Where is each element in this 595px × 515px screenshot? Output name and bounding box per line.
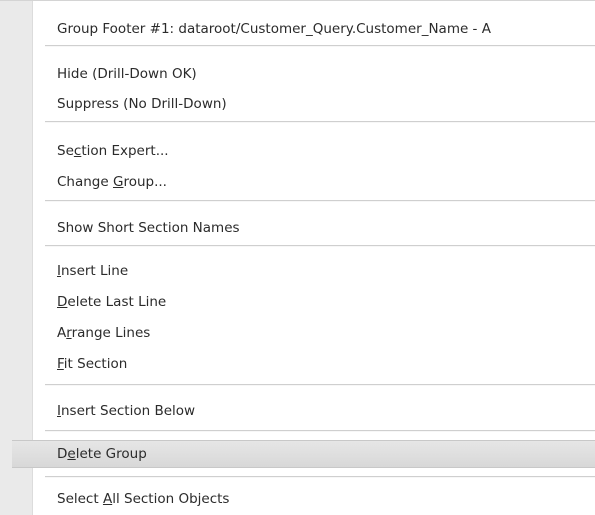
menu-item-label: Fit Section <box>57 356 128 372</box>
menu-item-arrange-lines[interactable]: Arrange Lines <box>0 319 595 347</box>
menu-item-label: Arrange Lines <box>57 325 151 341</box>
menu-item-delete-group[interactable]: Delete Group <box>12 440 595 468</box>
accelerator-key: D <box>57 294 68 310</box>
menu-separator <box>45 476 595 478</box>
menu-item-label: Select All Section Objects <box>57 491 230 507</box>
menu-item-label: Change Group... <box>57 174 167 190</box>
menu-item-hide[interactable]: Hide (Drill-Down OK) <box>0 60 595 88</box>
menu-item-group-footer-header[interactable]: Group Footer #1: dataroot/Customer_Query… <box>0 15 595 43</box>
context-menu: Group Footer #1: dataroot/Customer_Query… <box>0 0 595 515</box>
menu-item-label: Hide (Drill-Down OK) <box>57 66 197 82</box>
menu-item-label: Delete Group <box>57 446 147 462</box>
menu-separator <box>45 121 595 123</box>
menu-item-select-all-section-objects[interactable]: Select All Section Objects <box>0 485 595 513</box>
menu-item-label: Delete Last Line <box>57 294 167 310</box>
accelerator-key: F <box>57 356 64 372</box>
menu-item-section-expert[interactable]: Section Expert... <box>0 137 595 165</box>
menu-separator <box>45 245 595 247</box>
accelerator-key: A <box>102 491 113 507</box>
menu-item-fit-section[interactable]: Fit Section <box>0 350 595 378</box>
menu-item-label: Section Expert... <box>57 143 169 159</box>
menu-item-show-short-section-names[interactable]: Show Short Section Names <box>0 214 595 242</box>
menu-item-insert-line[interactable]: Insert Line <box>0 257 595 285</box>
menu-item-label: Insert Section Below <box>57 403 196 419</box>
menu-separator <box>45 45 595 47</box>
menu-item-label: Suppress (No Drill-Down) <box>57 96 227 112</box>
accelerator-key: G <box>112 174 124 190</box>
menu-separator <box>45 200 595 202</box>
menu-item-delete-last-line[interactable]: Delete Last Line <box>0 288 595 316</box>
menu-item-insert-section-below[interactable]: Insert Section Below <box>0 397 595 425</box>
menu-separator <box>45 430 595 432</box>
accelerator-key: e <box>67 446 76 462</box>
menu-item-label: Group Footer #1: dataroot/Customer_Query… <box>57 21 491 37</box>
menu-item-label: Insert Line <box>57 263 129 279</box>
menu-separator <box>45 384 595 386</box>
menu-item-suppress[interactable]: Suppress (No Drill-Down) <box>0 90 595 118</box>
menu-item-change-group[interactable]: Change Group... <box>0 168 595 196</box>
menu-item-label: Show Short Section Names <box>57 220 240 236</box>
